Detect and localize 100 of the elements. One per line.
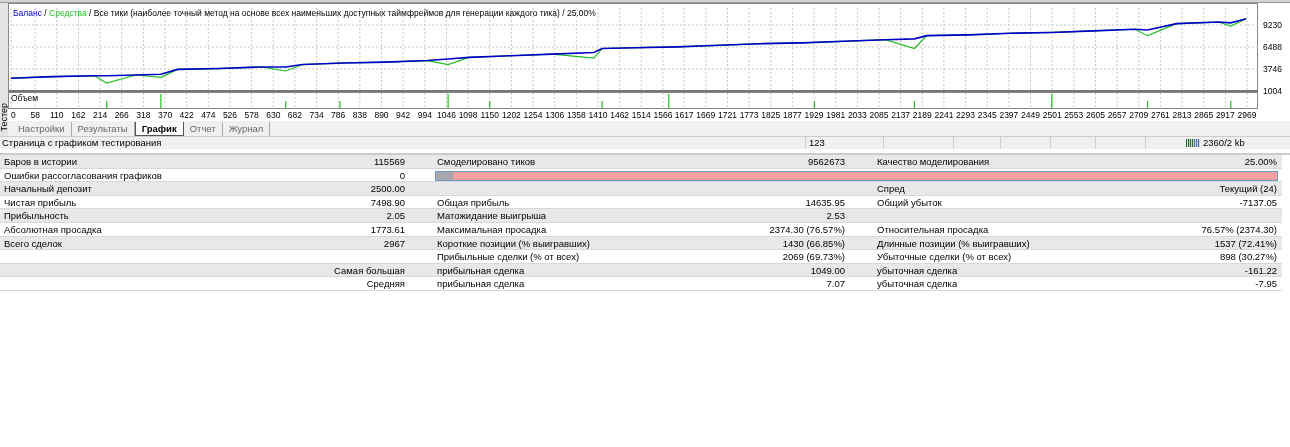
x-axis-label: 2449: [1021, 110, 1040, 120]
label-cell: Прибыльные сделки (% от всех): [437, 250, 580, 265]
status-message: Страница с графиком тестирования: [1, 135, 163, 150]
value-cell: 1049.00: [810, 263, 845, 278]
label-cell-text: Качество моделирования: [877, 155, 990, 169]
value-cell-text: 115569: [374, 155, 405, 169]
x-axis-label: 162: [71, 110, 86, 120]
value-cell-text: 2374.30 (76.57%): [769, 222, 845, 237]
value-cell: 898 (30.27%): [1219, 250, 1277, 265]
x-axis-label: 2657: [1107, 110, 1127, 120]
x-axis-label: 0: [11, 110, 16, 120]
x-axis-label: 890: [374, 110, 389, 120]
volume-label: Объем: [11, 93, 39, 103]
value-cell-text: 7498.90: [370, 195, 405, 210]
label-cell-text: Относительная просадка: [877, 222, 989, 237]
x-axis-label: 1981: [826, 110, 846, 120]
chart-legend: Баланс / Средства / Все тики (наиболее точный метод на основе всех наименьших доступных таймфреймов для генерации каждого тика) / 25.00%: [13, 8, 596, 18]
value-cell: 0: [399, 168, 405, 183]
x-axis-label: 994: [417, 110, 432, 120]
x-axis-label: 110: [50, 110, 64, 120]
x-axis-label: 2033: [847, 110, 867, 120]
x-axis-label: 2709: [1129, 110, 1149, 120]
label-cell-text: Чистая прибыль: [4, 195, 77, 210]
x-axis-label: 1098: [458, 110, 478, 120]
label-cell: Всего сделок: [4, 236, 62, 251]
value-cell: 1430 (66.85%): [782, 236, 845, 251]
x-axis-label: 2813: [1172, 110, 1192, 120]
y-axis-label: 9230: [1263, 20, 1282, 30]
value-cell: 2500.00: [370, 182, 405, 197]
value-cell-text: 9562673: [808, 155, 845, 169]
label-cell: Короткие позиции (% выигравших): [437, 236, 590, 251]
value-cell: 7.07: [826, 277, 845, 292]
x-axis-label: 1721: [718, 110, 737, 120]
label-cell: прибыльная сделка: [437, 263, 525, 278]
label-cell-text: Абсолютная просадка: [4, 222, 102, 237]
x-axis-label: 1929: [804, 110, 824, 120]
value-cell: 2.53: [826, 209, 845, 224]
x-axis-label: 2553: [1064, 110, 1084, 120]
label-cell-text: Общая прибыль: [437, 195, 510, 210]
x-axis-label: 1566: [653, 110, 673, 120]
x-axis-label: 214: [93, 110, 108, 120]
label-cell-text: Максимальная просадка: [437, 222, 547, 237]
label-cell: убыточная сделка: [877, 263, 958, 278]
label-cell: Ошибки рассогласования графиков: [4, 168, 162, 183]
label-cell: прибыльная сделка: [437, 277, 525, 292]
x-axis-label: 2137: [891, 110, 911, 120]
value-cell: Самая большая: [334, 263, 405, 278]
value-cell: -161.22: [1244, 263, 1277, 278]
value-cell: 2069 (69.73%): [782, 250, 845, 265]
label-cell-text: Баров в истории: [4, 155, 77, 169]
label-cell: Спред: [877, 182, 905, 197]
x-axis-label: 370: [157, 110, 173, 120]
value-cell: Текущий (24): [1219, 182, 1277, 197]
value-cell: 2.05: [386, 209, 405, 224]
x-axis-label: 2241: [934, 110, 954, 120]
x-axis-label: 786: [331, 110, 346, 120]
x-axis-label: 58: [30, 110, 40, 120]
x-axis-label: 474: [201, 110, 216, 120]
y-axis-label: 3746: [1263, 64, 1282, 74]
label-cell: Длинные позиции (% выигравших): [877, 236, 1030, 251]
x-axis-label: 2917: [1215, 110, 1235, 120]
x-axis-label: 1462: [610, 110, 630, 120]
value-cell-text: 25.00%: [1244, 155, 1277, 169]
x-axis-label: 1514: [631, 110, 651, 120]
x-axis-label: 2761: [1150, 110, 1170, 120]
x-axis-label: 1306: [545, 110, 565, 120]
x-axis-label: 2293: [956, 110, 976, 120]
label-cell-text: Общий убыток: [877, 195, 942, 210]
x-axis-label: 1617: [674, 110, 694, 120]
x-axis-label: 2085: [869, 110, 889, 120]
label-cell: Прибыльность: [4, 209, 69, 224]
label-cell-text: Смоделировано тиков: [437, 155, 536, 169]
x-axis-label: 578: [244, 110, 259, 120]
x-axis-label: 2969: [1237, 110, 1257, 120]
x-axis-label: 2865: [1194, 110, 1214, 120]
x-axis-label: 1254: [523, 110, 543, 120]
label-cell: Убыточные сделки (% от всех): [877, 250, 1012, 265]
y-axis-label: 6488: [1263, 42, 1282, 52]
x-axis-label: 2501: [1042, 110, 1062, 120]
y-axis-label: 1004: [1263, 86, 1282, 96]
x-axis-label: 630: [266, 110, 281, 120]
status-count: 123: [805, 137, 883, 149]
x-axis-label: 266: [114, 110, 129, 120]
x-axis-label: 1669: [696, 110, 716, 120]
value-cell: 1537 (72.41%): [1214, 236, 1277, 251]
x-axis-label: 1202: [501, 110, 521, 120]
x-axis-label: 942: [396, 110, 411, 120]
x-axis-label: 526: [222, 110, 238, 120]
value-cell: -7.95: [1255, 277, 1277, 292]
value-cell-text: 76.57% (2374.30): [1201, 222, 1277, 237]
label-cell: убыточная сделка: [877, 277, 958, 292]
x-axis-label: 1410: [588, 110, 608, 120]
x-axis-label: 682: [287, 110, 302, 120]
value-cell: 2967: [383, 236, 405, 251]
x-axis-label: 734: [309, 110, 324, 120]
x-axis-label: 1773: [739, 110, 759, 120]
value-cell-text: 1773.61: [370, 222, 405, 237]
x-axis-label: 2605: [1086, 110, 1105, 120]
value-cell: Средняя: [366, 277, 405, 292]
x-axis-label: 2345: [977, 110, 997, 120]
